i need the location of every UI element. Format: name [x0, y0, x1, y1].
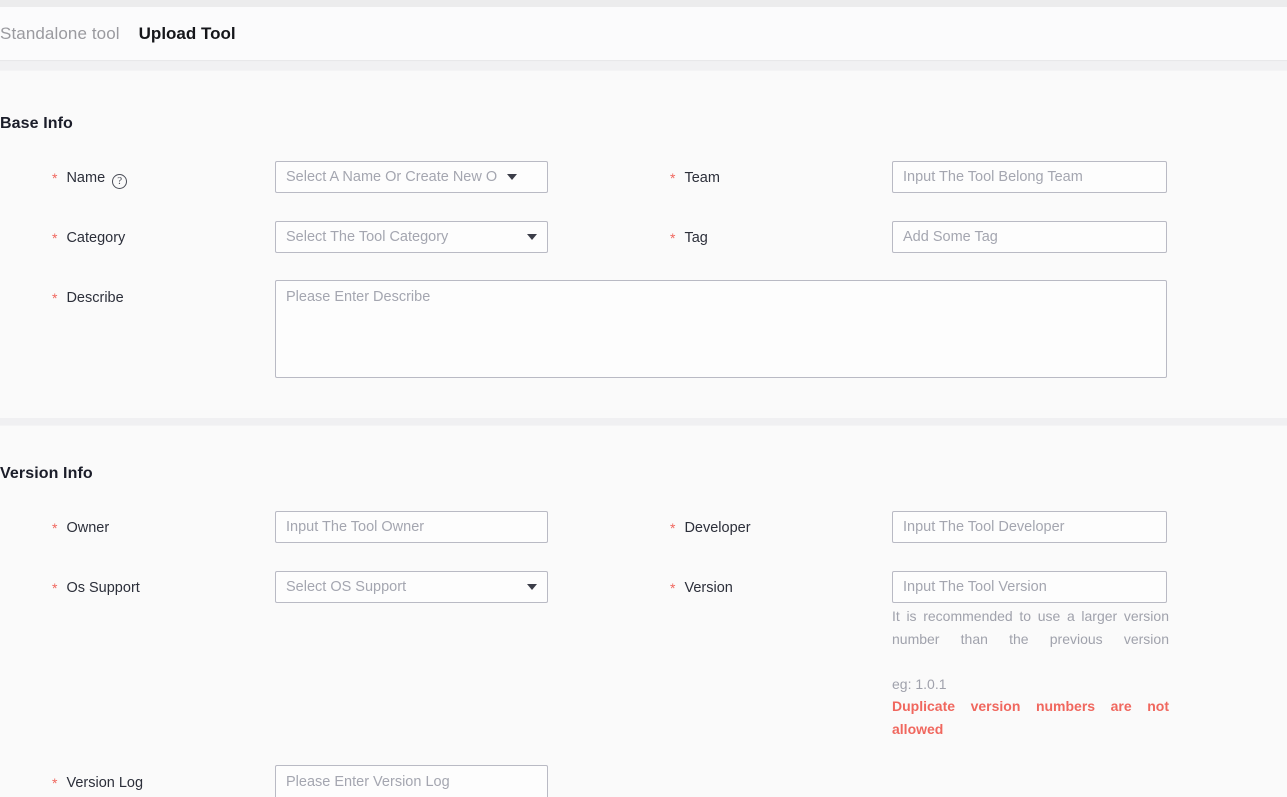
- top-strip: [0, 0, 1287, 7]
- label-describe-text: Describe: [66, 290, 124, 306]
- label-category: * Category: [52, 221, 125, 253]
- breadcrumb-current-upload-tool: Upload Tool: [138, 23, 236, 43]
- required-asterisk: *: [670, 520, 676, 536]
- tag-input-placeholder: Add Some Tag: [903, 229, 998, 245]
- required-asterisk: *: [670, 170, 676, 186]
- describe-textarea-placeholder: Please Enter Describe: [286, 289, 431, 305]
- breadcrumb-parent-standalone-tool[interactable]: Standalone tool: [0, 24, 120, 44]
- required-asterisk: *: [52, 230, 58, 246]
- label-os-support-text: Os Support: [66, 580, 140, 596]
- tag-input[interactable]: Add Some Tag: [892, 221, 1167, 253]
- label-version-log: * Version Log: [52, 766, 143, 797]
- describe-textarea[interactable]: Please Enter Describe: [275, 280, 1167, 378]
- label-owner: * Owner: [52, 511, 109, 543]
- developer-input[interactable]: Input The Tool Developer: [892, 511, 1167, 543]
- version-input-placeholder: Input The Tool Version: [903, 579, 1047, 595]
- page-header: Standalone tool Upload Tool: [0, 7, 1287, 61]
- base-info-card: Base Info * Name? Select A Name Or Create…: [0, 70, 1287, 418]
- label-team-text: Team: [684, 170, 720, 186]
- help-circle-icon[interactable]: ?: [112, 174, 128, 189]
- team-input-placeholder: Input The Tool Belong Team: [903, 169, 1083, 185]
- label-tag: * Tag: [670, 221, 708, 253]
- chevron-down-icon: [527, 234, 537, 240]
- label-category-text: Category: [66, 230, 126, 246]
- os-support-select[interactable]: Select OS Support: [275, 571, 548, 603]
- category-select[interactable]: Select The Tool Category: [275, 221, 548, 253]
- base-info-title: Base Info: [0, 115, 73, 132]
- required-asterisk: *: [670, 230, 676, 246]
- form-row-tag: * Tag: [670, 221, 870, 253]
- label-os-support: * Os Support: [52, 571, 140, 603]
- required-asterisk: *: [52, 775, 58, 791]
- version-info-title: Version Info: [0, 465, 93, 482]
- label-name: * Name?: [52, 161, 128, 193]
- label-version-log-text: Version Log: [66, 775, 144, 791]
- version-hint-example: eg: 1.0.1: [892, 675, 947, 692]
- owner-input[interactable]: Input The Tool Owner: [275, 511, 548, 543]
- version-info-card: Version Info * Owner Input The Tool Owner…: [0, 425, 1287, 797]
- label-version: * Version: [670, 571, 733, 603]
- label-describe: * Describe: [52, 281, 124, 313]
- label-tag-text: Tag: [684, 230, 708, 246]
- label-team: * Team: [670, 161, 720, 193]
- required-asterisk: *: [52, 170, 58, 186]
- name-select-placeholder: Select A Name Or Create New O: [286, 169, 498, 185]
- version-log-textarea[interactable]: Please Enter Version Log: [275, 765, 548, 797]
- form-row-version: * Version: [670, 571, 870, 603]
- required-asterisk: *: [52, 290, 58, 306]
- required-asterisk: *: [52, 580, 58, 596]
- version-hint-recommend: It is recommended to use a larger versio…: [892, 608, 1169, 647]
- version-hint: It is recommended to use a larger versio…: [892, 605, 1169, 763]
- label-owner-text: Owner: [66, 520, 110, 536]
- form-row-developer: * Developer: [670, 511, 870, 543]
- header-gap: [0, 62, 1287, 70]
- required-asterisk: *: [670, 580, 676, 596]
- upload-tool-page: Standalone tool Upload Tool Base Info * N…: [0, 0, 1287, 797]
- version-hint-warning: Duplicate version numbers are not allowe…: [892, 698, 1169, 737]
- developer-input-placeholder: Input The Tool Developer: [903, 519, 1065, 535]
- team-input[interactable]: Input The Tool Belong Team: [892, 161, 1167, 193]
- required-asterisk: *: [52, 520, 58, 536]
- version-log-textarea-placeholder: Please Enter Version Log: [286, 774, 450, 790]
- label-developer-text: Developer: [684, 520, 751, 536]
- form-row-team: * Team: [670, 161, 870, 193]
- chevron-down-icon: [507, 174, 518, 180]
- owner-input-placeholder: Input The Tool Owner: [286, 519, 425, 535]
- chevron-down-icon: [527, 584, 537, 590]
- label-name-text: Name: [66, 170, 106, 186]
- version-input[interactable]: Input The Tool Version: [892, 571, 1167, 603]
- label-developer: * Developer: [670, 511, 751, 543]
- category-select-placeholder: Select The Tool Category: [286, 229, 449, 245]
- card-gap: [0, 418, 1287, 425]
- name-select[interactable]: Select A Name Or Create New O: [275, 161, 548, 193]
- os-support-select-placeholder: Select OS Support: [286, 579, 407, 595]
- label-version-text: Version: [684, 580, 733, 596]
